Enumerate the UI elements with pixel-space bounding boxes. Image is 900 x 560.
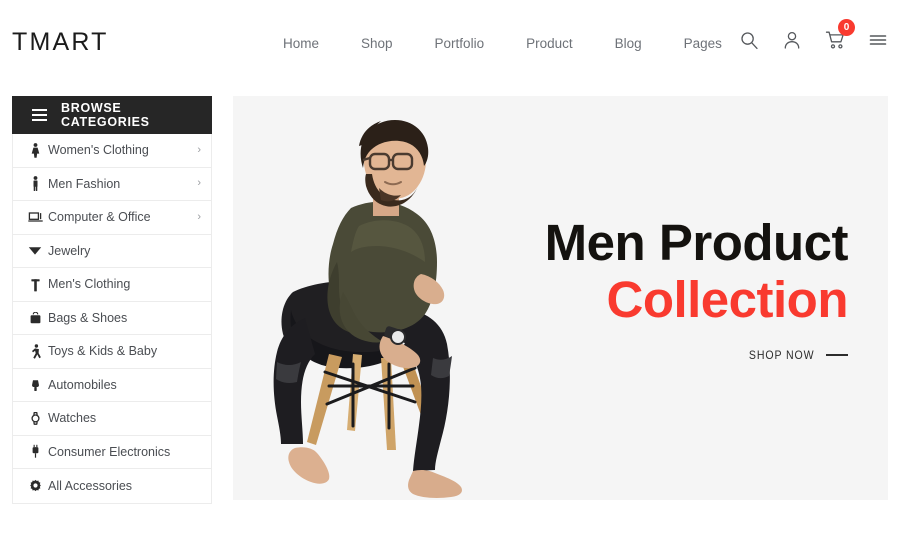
site-header: TMART Home Shop Portfolio Product Blog P… [0,0,900,88]
watch-icon [27,411,43,426]
browse-categories-sidebar: BROWSE CATEGORIES Women's Clothing › Men… [12,96,212,504]
sidebar-item-watches[interactable]: Watches [13,402,211,436]
plug-icon [27,444,43,459]
shop-now-label: SHOP NOW [748,348,814,362]
hero-banner: Men Product Collection SHOP NOW [233,96,888,500]
sidebar-title: BROWSE CATEGORIES [61,101,150,129]
gem-icon [27,245,43,256]
header-icon-group: 0 [739,19,888,52]
woman-icon [27,142,43,158]
hamburger-icon[interactable] [868,30,888,52]
sidebar-item-label: Bags & Shoes [48,310,128,325]
shirt-icon [27,277,43,292]
sidebar-item-bags-shoes[interactable]: Bags & Shoes [13,302,211,335]
site-logo[interactable]: TMART [12,28,109,57]
sidebar-item-consumer-electronics[interactable]: Consumer Electronics [13,436,211,469]
laptop-icon [27,211,43,223]
sidebar-item-label: Men's Clothing [48,277,131,292]
cart-count-badge: 0 [838,19,855,36]
sidebar-item-label: Women's Clothing [48,143,149,158]
hero-model-image [233,96,533,500]
sidebar-item-label: Automobiles [48,377,117,392]
nav-item-product[interactable]: Product [505,36,594,51]
search-icon[interactable] [739,30,759,52]
main-navigation: Home Shop Portfolio Product Blog Pages [262,36,743,51]
sidebar-item-label: Computer & Office [48,210,151,225]
sidebar-item-computer-office[interactable]: Computer & Office › [13,201,211,235]
shop-now-button[interactable]: SHOP NOW [545,348,848,362]
car-icon [27,378,43,392]
sidebar-item-label: Toys & Kids & Baby [48,344,158,359]
man-icon [27,176,43,192]
nav-item-pages[interactable]: Pages [663,36,743,51]
user-icon[interactable] [782,30,802,52]
chevron-right-icon: › [197,210,201,223]
sidebar-item-label: Consumer Electronics [48,444,171,459]
sidebar-item-womens-clothing[interactable]: Women's Clothing › [13,134,211,168]
sidebar-item-label: Jewelry [48,243,91,258]
child-icon [27,344,43,359]
category-list: Women's Clothing › Men Fashion › Compute… [12,134,212,504]
bag-icon [27,311,43,324]
sidebar-header[interactable]: BROWSE CATEGORIES [12,96,212,134]
hero-title-line2: Collection [606,271,848,328]
nav-item-shop[interactable]: Shop [340,36,414,51]
sidebar-item-toys-kids-baby[interactable]: Toys & Kids & Baby [13,335,211,369]
hero-text-block: Men Product Collection SHOP NOW [544,214,849,362]
sidebar-item-all-accessories[interactable]: All Accessories [13,469,211,503]
sidebar-item-label: Men Fashion [48,176,121,191]
hero-title-line1: Men Product [544,214,849,271]
nav-item-portfolio[interactable]: Portfolio [414,36,506,51]
cart-icon[interactable]: 0 [825,19,855,52]
sidebar-item-men-fashion[interactable]: Men Fashion › [13,168,211,201]
sidebar-item-label: Watches [48,411,97,426]
nav-item-home[interactable]: Home [262,36,340,51]
sidebar-item-automobiles[interactable]: Automobiles [13,369,211,402]
chevron-right-icon: › [197,143,201,156]
chevron-right-icon: › [197,177,201,190]
gear-icon [27,479,43,492]
nav-item-blog[interactable]: Blog [594,36,663,51]
sidebar-item-label: All Accessories [48,478,133,493]
sidebar-item-mens-clothing[interactable]: Men's Clothing [13,268,211,302]
sidebar-hamburger-icon [32,109,47,121]
sidebar-item-jewelry[interactable]: Jewelry [13,235,211,268]
shop-now-dash-icon [826,354,848,356]
